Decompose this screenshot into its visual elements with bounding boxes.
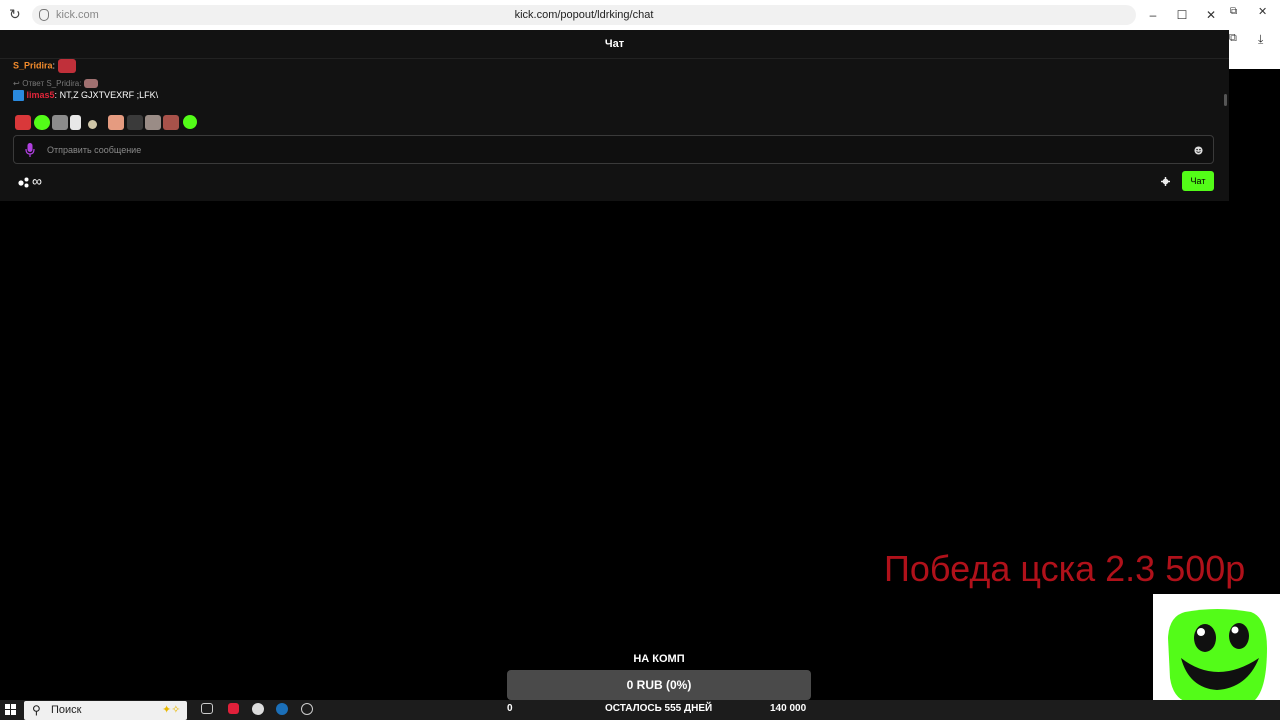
- emote-icon: [83, 79, 98, 89]
- emote-icon[interactable]: [183, 115, 197, 129]
- restore-icon[interactable]: ⧉: [1230, 6, 1237, 17]
- emote-icon: [57, 59, 76, 73]
- goal-start-value: 0: [507, 703, 513, 714]
- emote-icon[interactable]: [34, 115, 50, 130]
- goal-days-remaining: ОСТАЛОСЬ 555 ДНЕЙ: [605, 703, 713, 714]
- copilot-sparkle-icon: ✦✧: [162, 704, 181, 716]
- kick-mascot-icon: [1168, 609, 1267, 705]
- chat-message: S_Pridira:: [13, 59, 76, 73]
- chat-input-box: [13, 135, 1214, 164]
- chat-message-text: NT,Z GJXTVEXRF ;LFK\: [57, 90, 159, 100]
- emote-icon[interactable]: [15, 115, 31, 130]
- chat-separator: :: [52, 60, 56, 71]
- task-view-icon[interactable]: [201, 703, 213, 714]
- chat-title: Чат: [604, 38, 625, 50]
- points-icon[interactable]: [18, 176, 30, 188]
- address-bar: ↻ kick.com kick.com/popout/ldrking/chat …: [0, 0, 1229, 30]
- user-badge-icon: [13, 90, 24, 102]
- emote-icon[interactable]: [52, 115, 68, 130]
- emote-icon[interactable]: [108, 115, 124, 130]
- background-window-edge: ⧉ ✕ ⧉ ⤓: [1229, 0, 1280, 69]
- goal-title: НА КОМП: [633, 653, 685, 665]
- goal-progress-text: 0 RUB (0%): [626, 678, 692, 692]
- taskbar-search-label: Поиск: [51, 704, 82, 716]
- close-icon[interactable]: ✕: [1258, 5, 1267, 18]
- chat-message-input[interactable]: [47, 143, 1167, 157]
- chat-reply-line: ↩ Ответ S_Pridira:: [13, 78, 98, 89]
- steam-icon[interactable]: [276, 703, 288, 715]
- microphone-icon[interactable]: [25, 143, 35, 157]
- download-icon[interactable]: ⤓: [1258, 32, 1263, 47]
- chat-username[interactable]: limas5: [27, 90, 55, 100]
- collections-icon[interactable]: ⧉: [1229, 32, 1237, 45]
- search-icon: ⚲: [32, 703, 41, 717]
- settings-gear-icon[interactable]: [1161, 177, 1170, 186]
- emote-icon[interactable]: [70, 115, 81, 130]
- chat-username[interactable]: S_Pridira: [13, 60, 53, 70]
- emote-icon[interactable]: [88, 120, 97, 129]
- taskbar-search[interactable]: ⚲ Поиск ✦✧: [24, 701, 187, 720]
- emote-icon[interactable]: [127, 115, 143, 130]
- url-text[interactable]: kick.com/popout/ldrking/chat: [0, 9, 1168, 21]
- emoji-icon[interactable]: [1194, 146, 1203, 155]
- close-button[interactable]: ✕: [1203, 7, 1219, 23]
- emote-quick-row: [15, 115, 205, 131]
- yandex-browser-icon[interactable]: [252, 703, 264, 715]
- windows-start-icon[interactable]: [5, 704, 16, 715]
- send-chat-button[interactable]: Чат: [1182, 171, 1214, 191]
- chat-message: limas5: NT,Z GJXTVEXRF ;LFK\: [13, 90, 159, 102]
- maximize-button[interactable]: ☐: [1174, 7, 1190, 23]
- chat-scrollbar[interactable]: [1224, 94, 1227, 106]
- reply-label[interactable]: Ответ S_Pridira:: [22, 79, 81, 88]
- bet-overlay-text: Победа цска 2.3 500р: [884, 548, 1246, 589]
- emote-icon[interactable]: [163, 115, 179, 130]
- reply-arrow-icon: ↩: [13, 79, 20, 88]
- infinity-icon: ∞: [32, 173, 42, 189]
- minimize-button[interactable]: –: [1145, 7, 1161, 23]
- app-icon[interactable]: [301, 703, 313, 715]
- goal-target-value: 140 000: [770, 703, 807, 714]
- yandex-icon[interactable]: [228, 703, 239, 714]
- emote-icon[interactable]: [145, 115, 161, 130]
